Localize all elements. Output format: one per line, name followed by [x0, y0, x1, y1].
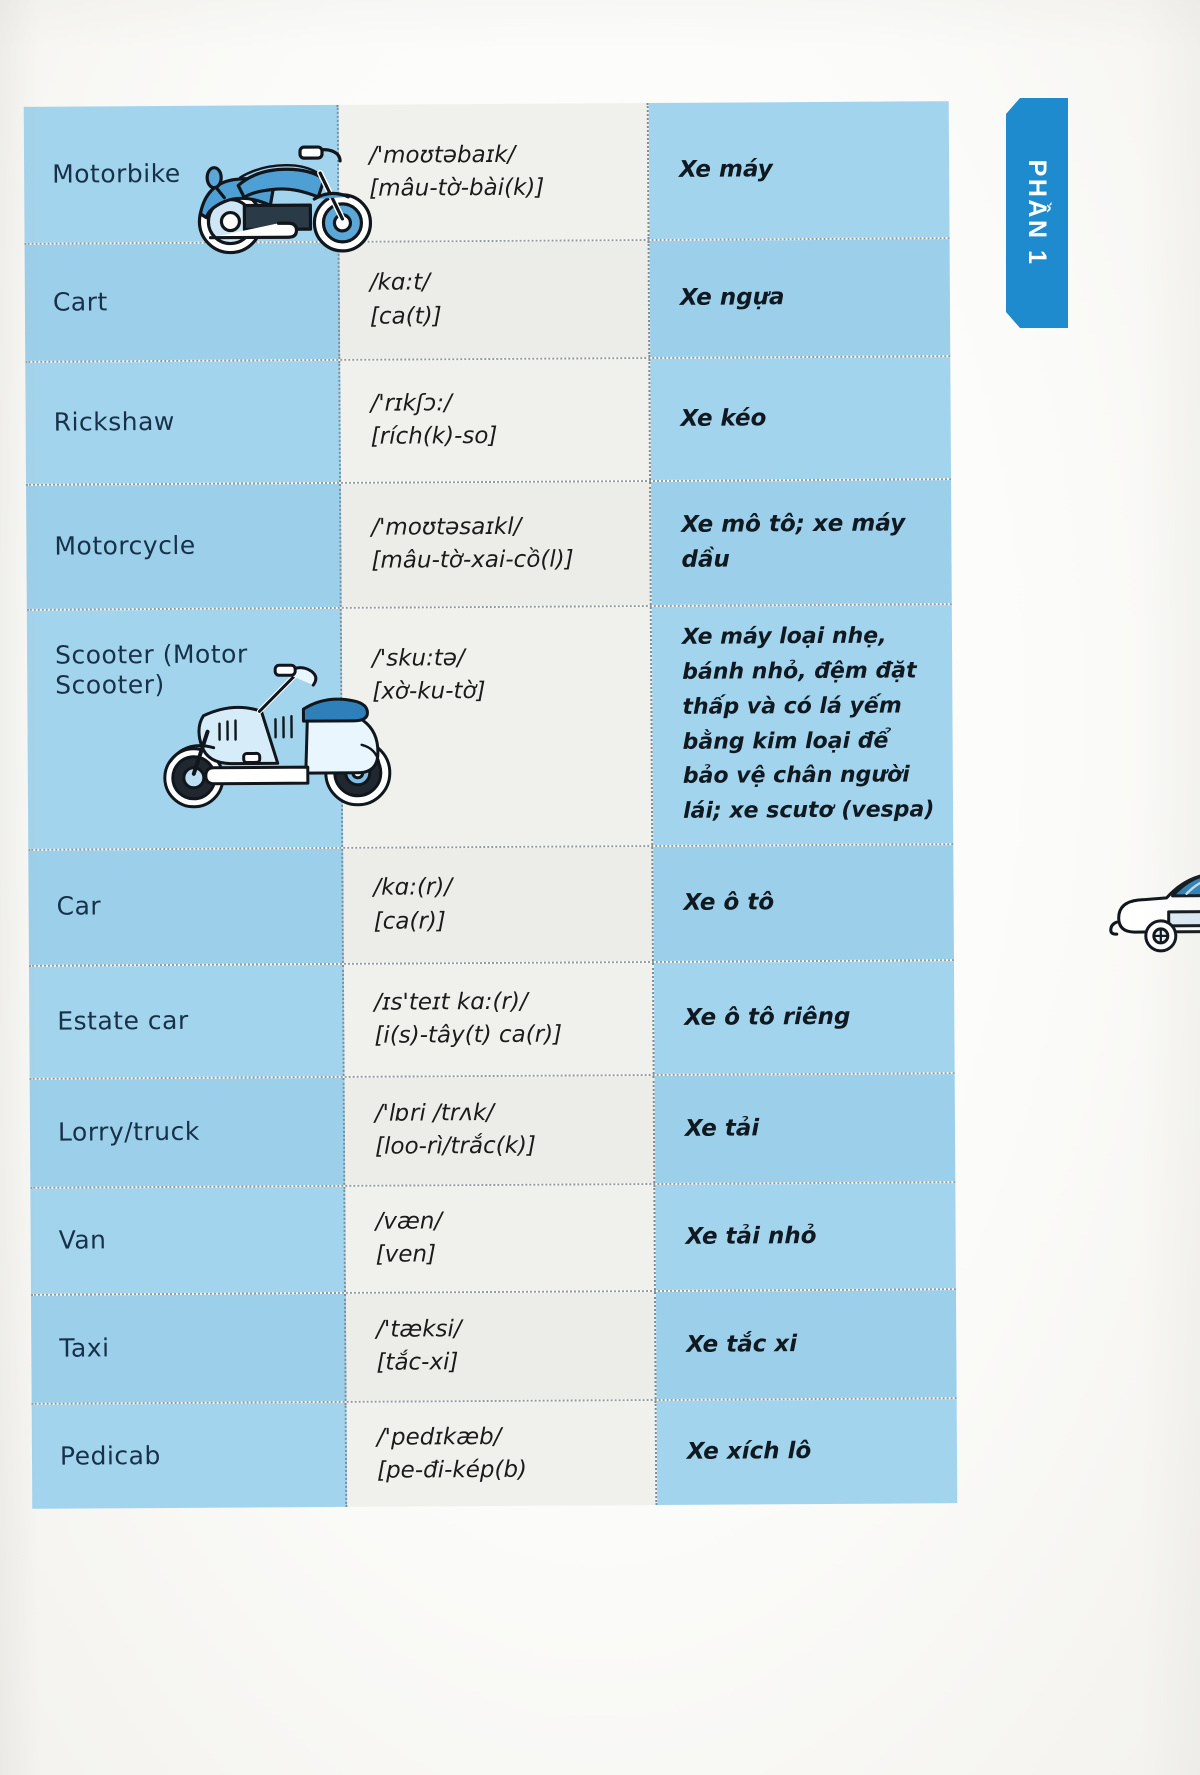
viet-phonetic-text: [i(s)-tây(t) ca(r)] — [374, 1021, 563, 1049]
term-cell: Estate car — [28, 964, 345, 1078]
phonetic-cell: /'moʊtəsaɪkl/ [mâu-tờ-xai-cồ(l)] — [341, 481, 652, 607]
meaning-text: Xe máy — [679, 156, 773, 184]
viet-phonetic-text: [xờ-ku-tờ] — [372, 678, 486, 705]
term-label: Rickshaw — [53, 406, 175, 437]
ipa-text: /kɑ:t/ — [369, 269, 431, 297]
meaning-cell: Xe máy loại nhẹ, bánh nhỏ, đệm đặt thấp … — [651, 604, 954, 845]
viet-phonetic-text: [pe-đi-kép(b) — [376, 1456, 528, 1484]
table-row: Van /væn/ [ven] Xe tải nhỏ — [30, 1182, 956, 1296]
meaning-cell: Xe tắc xi — [655, 1290, 957, 1399]
table-row: Rickshaw /'rɪkʃɔ:/ [rích(k)-so] Xe kéo — [25, 357, 952, 486]
meaning-text: Xe mô tô; xe máy dầu — [681, 510, 906, 574]
phonetic-cell: /ɪs'teɪt kɑ:(r)/ [i(s)-tây(t) ca(r)] — [343, 962, 655, 1076]
table-row: Taxi /'tæksi/ [tắc-xi] Xe tắc xi — [30, 1290, 957, 1405]
meaning-cell: Xe tải — [654, 1073, 956, 1183]
viet-phonetic-text: [loo-rì/trắc(k)] — [375, 1132, 537, 1160]
meaning-cell: Xe máy — [648, 101, 950, 239]
viet-phonetic-text: [mâu-tờ-xai-cồ(l)] — [371, 546, 574, 574]
table-row: Motorcycle /'moʊtəsaɪkl/ [mâu-tờ-xai-cồ(… — [26, 479, 952, 611]
table-row: Lorry/truck /'lɒri /trʌk/ [loo-rì/trắc(k… — [29, 1073, 956, 1189]
term-label: Taxi — [59, 1333, 110, 1363]
phonetic-cell: /'moʊtəbaɪk/ [mâu-tờ-bài(k)] — [338, 103, 650, 241]
meaning-text: Xe tải — [684, 1115, 760, 1142]
term-label: Scooter (Motor Scooter) — [54, 639, 248, 700]
ipa-text: /'sku:tə/ — [372, 644, 465, 672]
term-label: Estate car — [57, 1005, 189, 1036]
page-background: PHẦN 1 Motorbike /'moʊtəbaɪk/ [mâu-tờ-bà… — [0, 0, 1200, 1775]
meaning-text: Xe ngựa — [679, 284, 785, 312]
term-label: Cart — [52, 286, 108, 317]
table-row: Scooter (Motor Scooter) /'sku:tə/ [xờ-ku… — [26, 604, 954, 851]
term-cell: Scooter (Motor Scooter) — [26, 608, 392, 849]
ipa-text: /ɪs'teɪt kɑ:(r)/ — [374, 988, 528, 1016]
term-cell: Car — [28, 848, 344, 965]
viet-phonetic-text: [mâu-tờ-bài(k)] — [369, 174, 545, 202]
term-label: Motorcycle — [54, 530, 196, 561]
term-label: Car — [56, 891, 102, 922]
phonetic-cell: /'tæksi/ [tắc-xi] — [345, 1291, 657, 1401]
car-illustration — [1109, 871, 1200, 953]
meaning-text: Xe tải nhỏ — [685, 1222, 817, 1250]
term-cell: Pedicab — [31, 1402, 348, 1509]
term-label: Van — [58, 1225, 107, 1255]
term-label: Pedicab — [59, 1440, 161, 1471]
phonetic-cell: /'lɒri /trʌk/ [loo-rì/trắc(k)] — [344, 1075, 656, 1185]
section-tab: PHẦN 1 — [1006, 98, 1068, 328]
term-label: Motorbike — [52, 158, 181, 189]
viet-phonetic-text: [ven] — [375, 1241, 437, 1269]
meaning-cell: Xe mô tô; xe máy dầu — [651, 479, 952, 605]
meaning-cell: Xe xích lô — [656, 1399, 958, 1506]
term-cell: Taxi — [30, 1293, 347, 1403]
term-label: Lorry/truck — [57, 1116, 200, 1147]
ipa-text: /'moʊtəbaɪk/ — [368, 141, 516, 169]
meaning-cell: Xe ô tô — [653, 844, 1200, 961]
section-tab-label: PHẦN 1 — [1023, 159, 1052, 267]
ipa-text: /'tæksi/ — [376, 1316, 462, 1343]
meaning-text: Xe ô tô riêng — [684, 1003, 851, 1031]
term-cell: Motorcycle — [26, 483, 342, 609]
table-row: Car /kɑ:(r)/ [ca(r)] Xe ô tô — [28, 844, 1200, 967]
meaning-cell: Xe tải nhỏ — [655, 1182, 956, 1290]
term-cell: Motorbike — [23, 104, 373, 255]
ipa-text: /'pedɪkæb/ — [376, 1423, 502, 1451]
viet-phonetic-text: [ca(r)] — [373, 907, 446, 935]
ipa-text: /'moʊtəsaɪkl/ — [371, 513, 522, 541]
table-row: Estate car /ɪs'teɪt kɑ:(r)/ [i(s)-tây(t)… — [28, 960, 955, 1080]
term-cell: Cart — [24, 242, 341, 361]
meaning-text: Xe kéo — [680, 405, 767, 432]
phonetic-cell: /'pedɪkæb/ [pe-đi-kép(b) — [346, 1400, 658, 1507]
meaning-text: Xe ô tô — [683, 889, 775, 917]
table-row: Cart /kɑ:t/ [ca(t)] Xe ngựa — [24, 239, 951, 363]
meaning-text: Xe tắc xi — [686, 1331, 798, 1358]
vocabulary-table: Motorbike /'moʊtəbaɪk/ [mâu-tờ-bài(k)] X… — [23, 101, 1200, 1509]
phonetic-cell: /'sku:tə/ [xờ-ku-tờ] — [341, 606, 654, 847]
meaning-text: Xe xích lô — [686, 1438, 812, 1466]
meaning-cell: Xe ngựa — [649, 239, 951, 357]
table-row: Pedicab /'pedɪkæb/ [pe-đi-kép(b) Xe xích… — [31, 1399, 958, 1509]
phonetic-cell: /'rɪkʃɔ:/ [rích(k)-so] — [340, 358, 652, 482]
phonetic-cell: /kɑ:t/ [ca(t)] — [339, 240, 651, 359]
table-row: Motorbike /'moʊtəbaɪk/ [mâu-tờ-bài(k)] X… — [23, 101, 950, 255]
meaning-cell: Xe ô tô riêng — [653, 960, 955, 1074]
meaning-cell: Xe kéo — [650, 357, 952, 480]
term-cell: Lorry/truck — [29, 1077, 346, 1187]
meaning-text: Xe máy loại nhẹ, bánh nhỏ, đệm đặt thấp … — [681, 624, 935, 825]
ipa-text: /'lɒri /trʌk/ — [374, 1099, 495, 1127]
ipa-text: /væn/ — [375, 1208, 443, 1235]
phonetic-cell: /væn/ [ven] — [345, 1184, 656, 1292]
term-cell: Rickshaw — [25, 360, 342, 484]
phonetic-cell: /kɑ:(r)/ [ca(r)] — [343, 846, 654, 963]
term-cell: Van — [30, 1186, 346, 1294]
ipa-text: /kɑ:(r)/ — [373, 874, 453, 902]
ipa-text: /'rɪkʃɔ:/ — [370, 390, 452, 417]
viet-phonetic-text: [ca(t)] — [369, 303, 442, 330]
viet-phonetic-text: [rích(k)-so] — [370, 423, 498, 451]
viet-phonetic-text: [tắc-xi] — [376, 1349, 459, 1377]
